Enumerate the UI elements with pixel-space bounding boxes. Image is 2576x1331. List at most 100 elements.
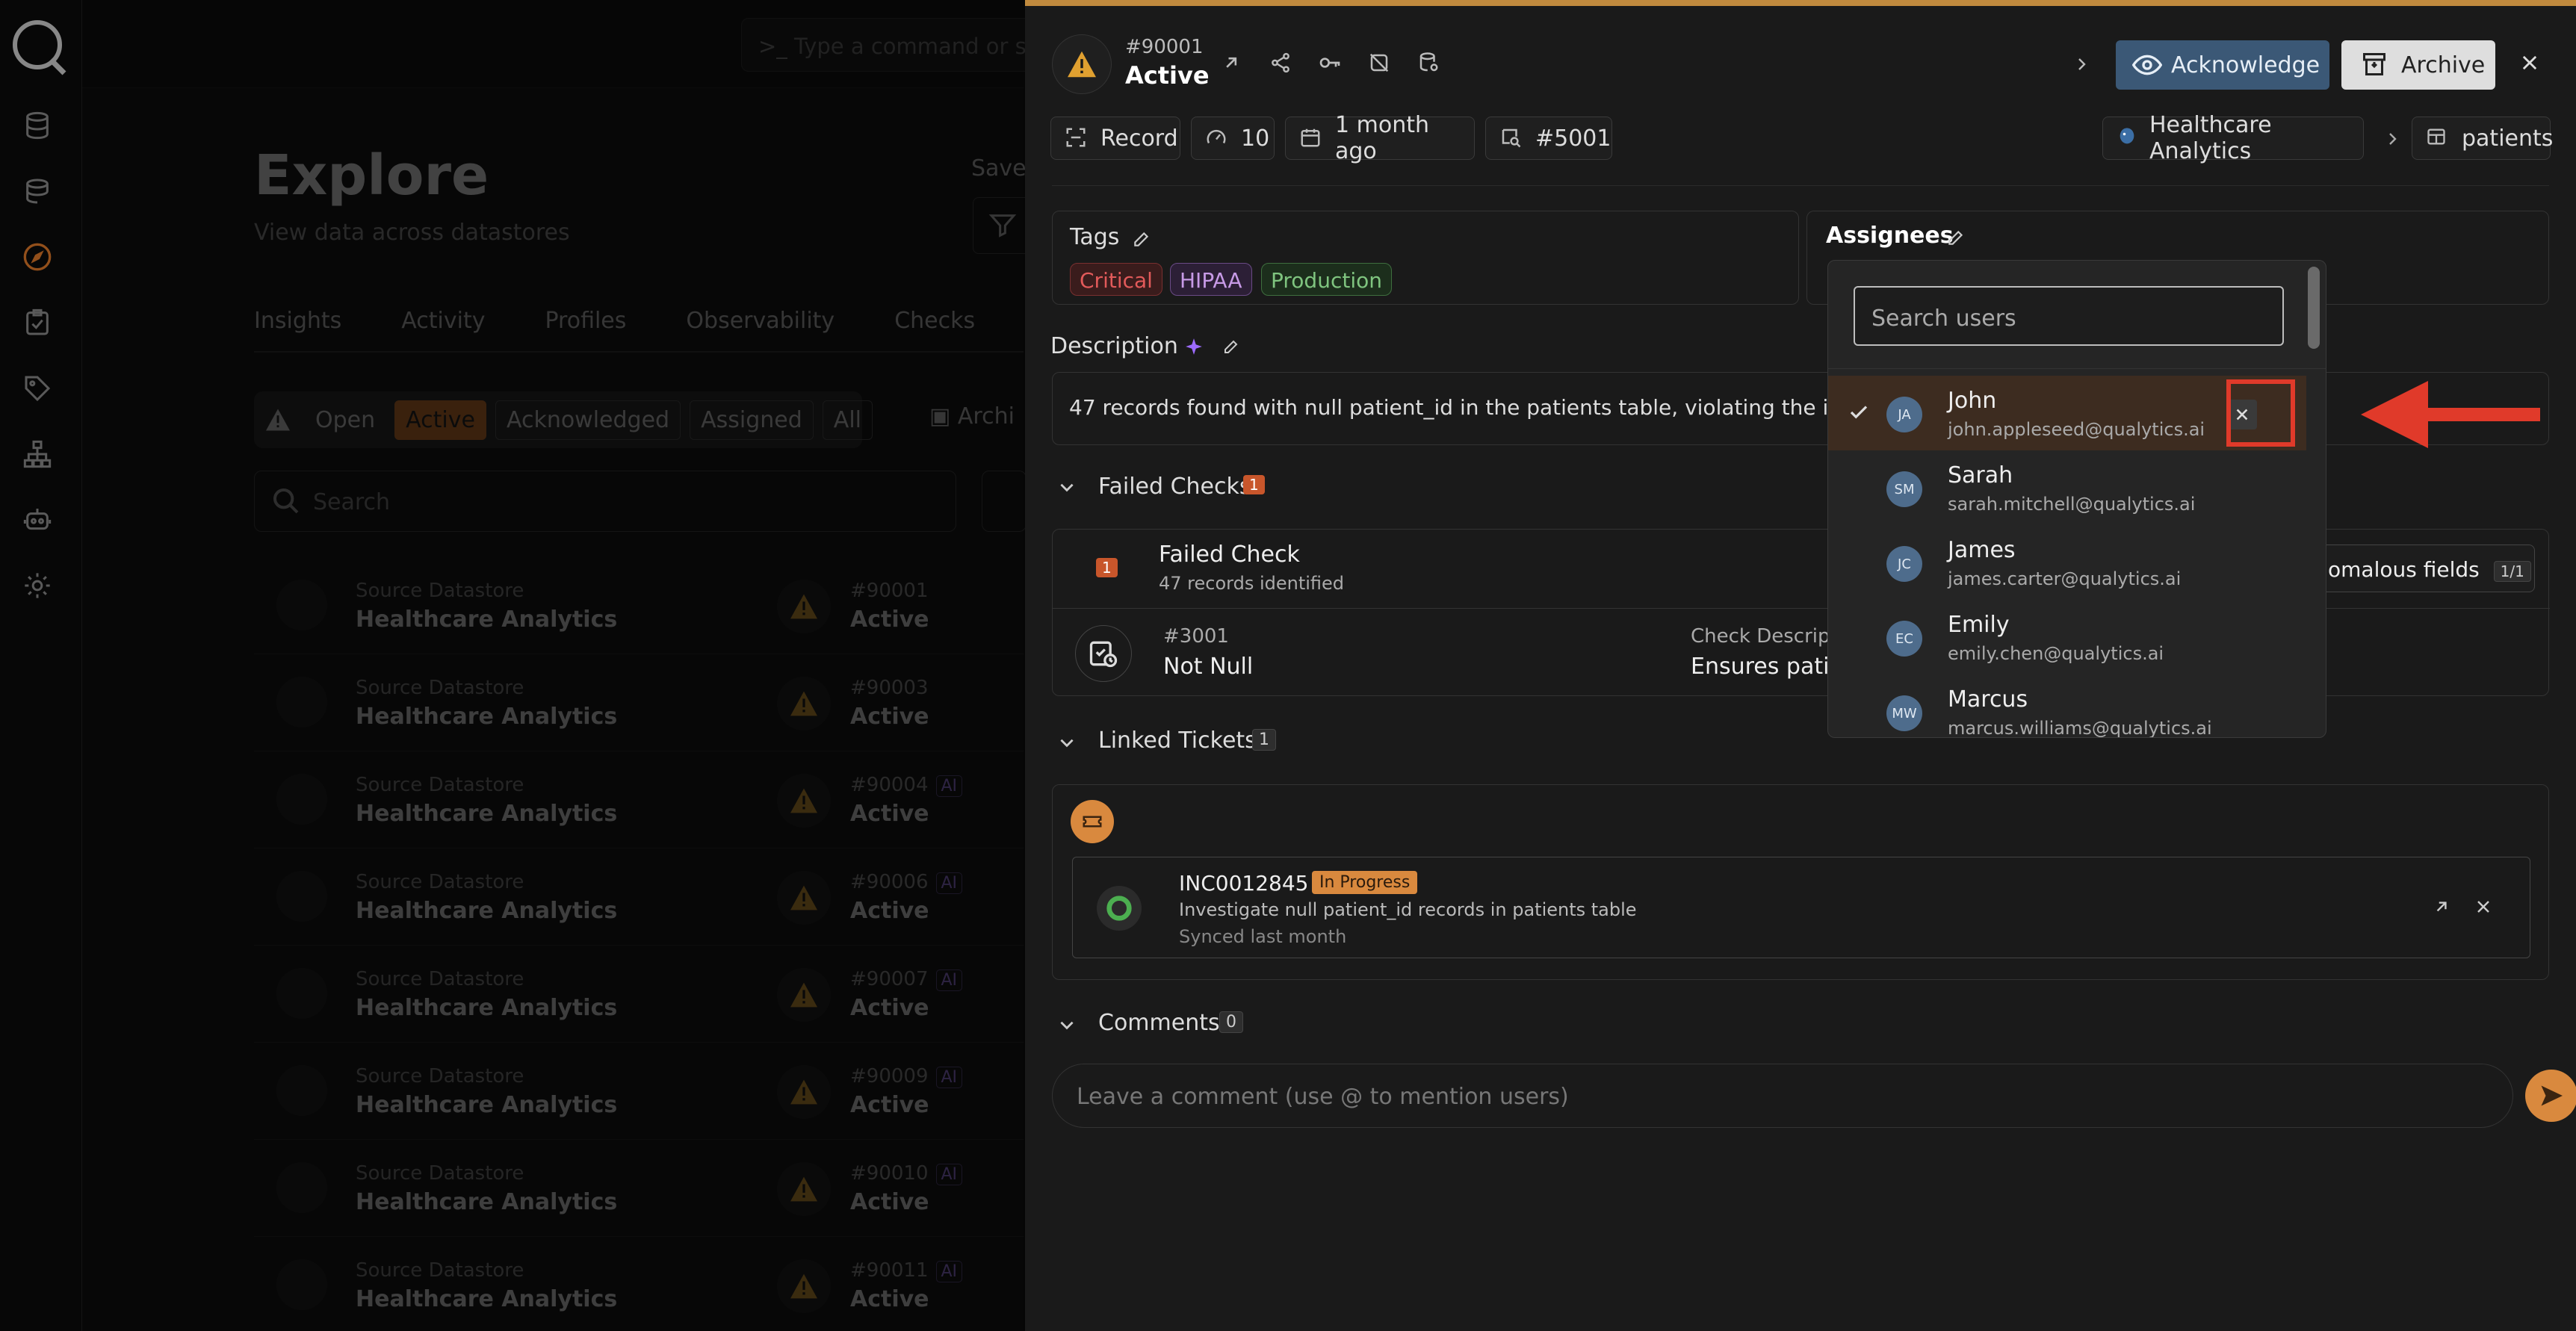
anomaly-status: Active — [1125, 61, 1210, 90]
avatar: EC — [1886, 621, 1922, 657]
key-icon[interactable] — [1315, 48, 1345, 78]
archive-button[interactable]: Archive — [2341, 40, 2495, 90]
search-users-placeholder: Search users — [1871, 305, 2016, 332]
search-users-input[interactable]: Search users — [1854, 286, 2284, 346]
chevron-down-icon[interactable] — [1052, 472, 1082, 502]
tag-chip[interactable]: Production — [1261, 263, 1392, 296]
send-comment-button[interactable] — [2525, 1070, 2576, 1122]
user-option[interactable]: MW Marcus marcus.williams@qualytics.ai — [1828, 674, 2306, 738]
chevron-down-icon[interactable] — [1052, 1010, 1082, 1040]
avatar: MW — [1886, 695, 1922, 731]
user-name: Emily — [1948, 612, 2010, 638]
warning-icon — [1052, 34, 1112, 94]
anomaly-type-chip: Record — [1050, 117, 1180, 160]
failed-check-index: 1 — [1096, 558, 1118, 577]
ticket-icon[interactable] — [1071, 800, 1114, 843]
unlink-ticket-icon[interactable] — [2468, 892, 2498, 922]
assignees-label: Assignees — [1826, 223, 1954, 249]
acknowledge-button-label: Acknowledge — [2171, 52, 2320, 78]
ai-sparkle-icon[interactable] — [1179, 332, 1209, 362]
user-email: sarah.mitchell@qualytics.ai — [1948, 494, 2196, 515]
anomaly-detail-panel: #90001 Active Acknowledge Archive Record… — [1025, 0, 2576, 1331]
tag-chip[interactable]: HIPAA — [1170, 263, 1252, 296]
annotation-arrow-icon — [2361, 381, 2543, 451]
check-name: Not Null — [1163, 654, 1254, 680]
scan-search-icon — [1499, 126, 1522, 149]
open-external-icon[interactable] — [1216, 48, 1246, 78]
detected-time-value: 1 month ago — [1335, 112, 1429, 164]
ticket-id: INC0012845 — [1179, 871, 1309, 896]
weight-chip: 10 — [1191, 117, 1275, 160]
scan-reference-value: #5001 — [1535, 125, 1611, 152]
acknowledge-button[interactable]: Acknowledge — [2116, 40, 2329, 90]
comment-input[interactable]: Leave a comment (use @ to mention users) — [1052, 1064, 2513, 1128]
user-name: James — [1948, 537, 2016, 563]
breadcrumb-table-label: patients — [2462, 125, 2554, 152]
avatar: JC — [1886, 546, 1922, 582]
tags-section — [1052, 211, 1799, 305]
breadcrumb-datastore-label: Healthcare Analytics — [2149, 112, 2272, 164]
ticket-status-badge: In Progress — [1312, 871, 1418, 894]
edit-tags-icon[interactable] — [1127, 224, 1157, 254]
open-ticket-icon[interactable] — [2427, 892, 2456, 922]
table-icon — [2426, 126, 2447, 147]
avatar: JA — [1886, 397, 1922, 432]
user-option[interactable]: JC James james.carter@qualytics.ai — [1828, 525, 2306, 600]
anomalous-fields-button[interactable]: omalous fields 1/1 — [2318, 544, 2535, 592]
breadcrumb-table[interactable]: patients — [2412, 117, 2554, 160]
postgres-icon — [2117, 126, 2137, 147]
failed-checks-count-badge: 1 — [1243, 475, 1265, 494]
ticket-description: Investigate null patient_id records in p… — [1179, 899, 1637, 920]
highlight-box — [2226, 379, 2295, 447]
dropdown-scrollbar[interactable] — [2308, 267, 2320, 349]
check-clock-icon — [1075, 625, 1132, 682]
comment-input-placeholder: Leave a comment (use @ to mention users) — [1077, 1084, 1569, 1110]
gauge-icon — [1205, 126, 1227, 149]
detected-time-chip: 1 month ago — [1285, 112, 1475, 164]
failed-check-index-badge: 1 — [1096, 558, 1118, 577]
chevron-right-icon[interactable] — [2066, 49, 2096, 79]
anomalous-fields-count: 1/1 — [2493, 561, 2531, 582]
edit-assignees-icon[interactable] — [1941, 223, 1971, 252]
description-label: Description — [1050, 333, 1178, 359]
archive-button-label: Archive — [2401, 52, 2486, 78]
servicenow-icon — [1097, 886, 1142, 931]
share-icon[interactable] — [1266, 48, 1295, 78]
check-icon — [1848, 401, 1870, 424]
anomaly-id: #90001 — [1125, 36, 1204, 58]
user-email: james.carter@qualytics.ai — [1948, 568, 2182, 589]
eye-icon — [2132, 52, 2162, 78]
user-email: john.appleseed@qualytics.ai — [1948, 419, 2205, 440]
tags-label: Tags — [1070, 224, 1120, 250]
ticket-sync-status: Synced last month — [1179, 926, 1347, 947]
failed-check-title: Failed Check — [1159, 542, 1300, 568]
failed-check-subtitle: 47 records identified — [1159, 573, 1345, 594]
comments-count: 0 — [1219, 1011, 1243, 1033]
breadcrumb-datastore[interactable]: Healthcare Analytics — [2102, 112, 2364, 164]
edit-description-icon[interactable] — [1216, 332, 1246, 362]
send-icon — [2538, 1082, 2565, 1109]
linked-tickets-label: Linked Tickets — [1098, 727, 1257, 754]
failed-checks-label: Failed Checks — [1098, 474, 1251, 500]
ticket-row[interactable]: INC0012845 In Progress Investigate null … — [1072, 857, 2530, 958]
scan-reference-chip[interactable]: #5001 — [1485, 117, 1612, 160]
breadcrumb-separator-icon — [2377, 124, 2407, 154]
user-option[interactable]: SM Sarah sarah.mitchell@qualytics.ai — [1828, 450, 2306, 525]
record-icon — [1065, 126, 1087, 149]
user-option[interactable]: EC Emily emily.chen@qualytics.ai — [1828, 600, 2306, 674]
anomalous-fields-label: omalous fields — [2328, 557, 2480, 582]
user-email: emily.chen@qualytics.ai — [1948, 643, 2164, 664]
hide-source-icon[interactable] — [1364, 48, 1394, 78]
failed-checks-count: 1 — [1243, 475, 1265, 494]
user-name: Sarah — [1948, 462, 2013, 488]
user-name: John — [1948, 388, 1997, 414]
chevron-down-icon[interactable] — [1052, 727, 1082, 757]
avatar: SM — [1886, 471, 1922, 507]
tag-chip[interactable]: Critical — [1070, 263, 1162, 296]
datastore-link-icon[interactable] — [1414, 48, 1443, 78]
panel-accent-bar — [1025, 0, 2576, 6]
user-email: marcus.williams@qualytics.ai — [1948, 718, 2212, 738]
assignee-dropdown: Search users JA John john.appleseed@qualyt… — [1827, 260, 2326, 738]
close-icon[interactable] — [2515, 48, 2545, 78]
check-id[interactable]: #3001 — [1163, 625, 1229, 648]
